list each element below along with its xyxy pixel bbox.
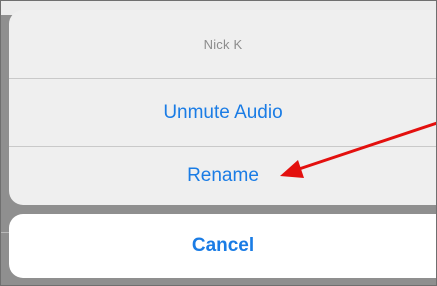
unmute-audio-button[interactable]: Unmute Audio: [9, 79, 437, 146]
action-sheet-title: Nick K: [203, 36, 243, 52]
cancel-button[interactable]: Cancel: [9, 214, 437, 278]
action-sheet-group: Nick K Unmute Audio Rename: [9, 10, 437, 205]
rename-button[interactable]: Rename: [9, 147, 437, 205]
